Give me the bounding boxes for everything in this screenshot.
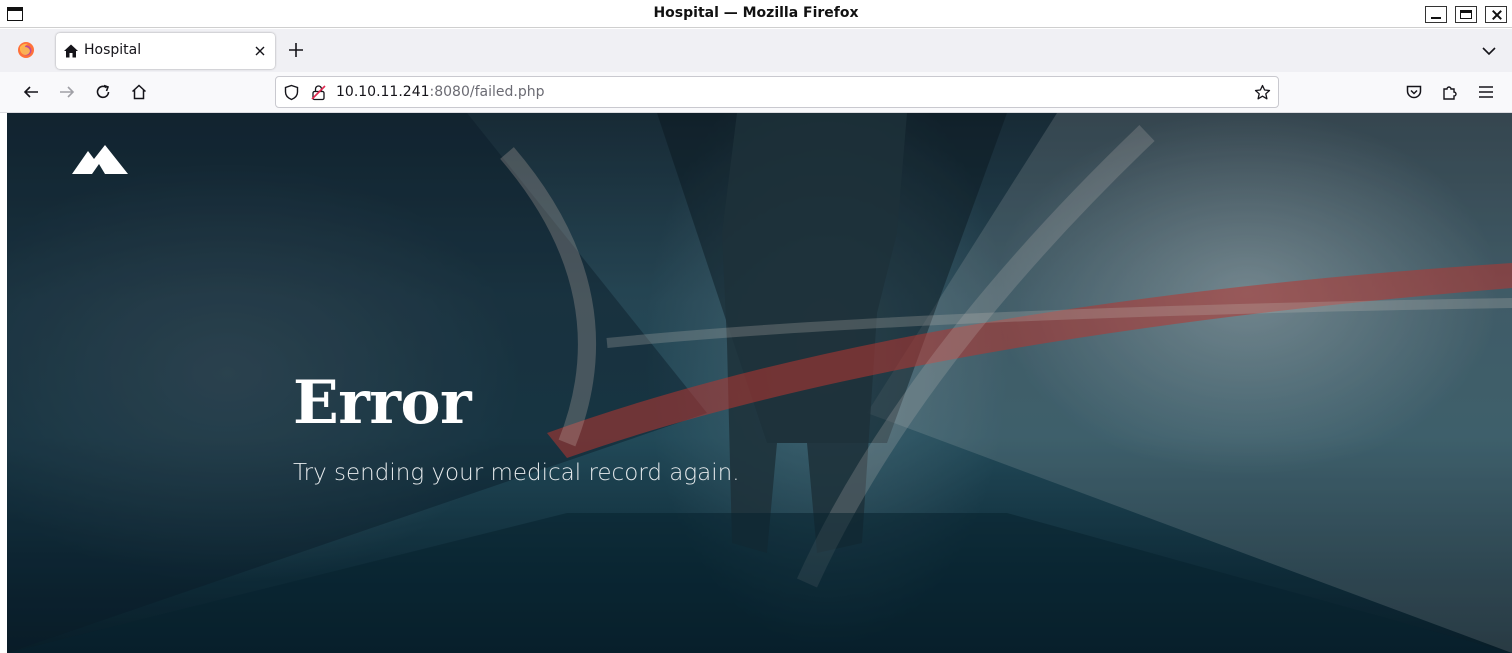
- page-title: Error: [293, 368, 472, 438]
- extensions-puzzle-icon[interactable]: [1441, 83, 1459, 101]
- page-subtitle: Try sending your medical record again.: [293, 460, 740, 486]
- chevron-down-icon[interactable]: [1480, 42, 1498, 60]
- tab-label: Hospital: [84, 42, 142, 58]
- home-icon: [64, 44, 78, 58]
- url-path: :8080/failed.php: [429, 84, 545, 100]
- tab-strip: Hospital: [0, 29, 1512, 72]
- tab-hospital[interactable]: Hospital: [56, 33, 275, 69]
- background-overlay: [7, 113, 1512, 653]
- mountain-logo[interactable]: [72, 145, 128, 175]
- pocket-icon[interactable]: [1405, 83, 1423, 101]
- maximize-button[interactable]: [1455, 6, 1477, 23]
- address-bar[interactable]: 10.10.11.241:8080/failed.php: [275, 76, 1279, 108]
- insecure-lock-icon[interactable]: [310, 84, 327, 101]
- forward-arrow-icon[interactable]: [58, 83, 76, 101]
- new-tab-icon[interactable]: [287, 41, 305, 59]
- hero-section: Error Try sending your medical record ag…: [7, 113, 1512, 653]
- window-titlebar: Hospital — Mozilla Firefox: [0, 0, 1512, 28]
- hamburger-menu-icon[interactable]: [1477, 83, 1495, 101]
- close-tab-icon[interactable]: [252, 43, 268, 59]
- url-host: 10.10.11.241: [336, 84, 430, 100]
- bookmark-star-icon[interactable]: [1254, 84, 1271, 101]
- minimize-button[interactable]: [1425, 6, 1447, 23]
- close-window-button[interactable]: [1485, 6, 1507, 23]
- firefox-icon[interactable]: [17, 41, 35, 59]
- back-arrow-icon[interactable]: [22, 83, 40, 101]
- home-icon[interactable]: [130, 83, 148, 101]
- navigation-toolbar: 10.10.11.241:8080/failed.php: [0, 72, 1512, 113]
- reload-icon[interactable]: [94, 83, 112, 101]
- url-text[interactable]: 10.10.11.241:8080/failed.php: [336, 84, 544, 100]
- window-title: Hospital — Mozilla Firefox: [653, 5, 859, 21]
- tracking-protection-shield-icon[interactable]: [283, 84, 300, 101]
